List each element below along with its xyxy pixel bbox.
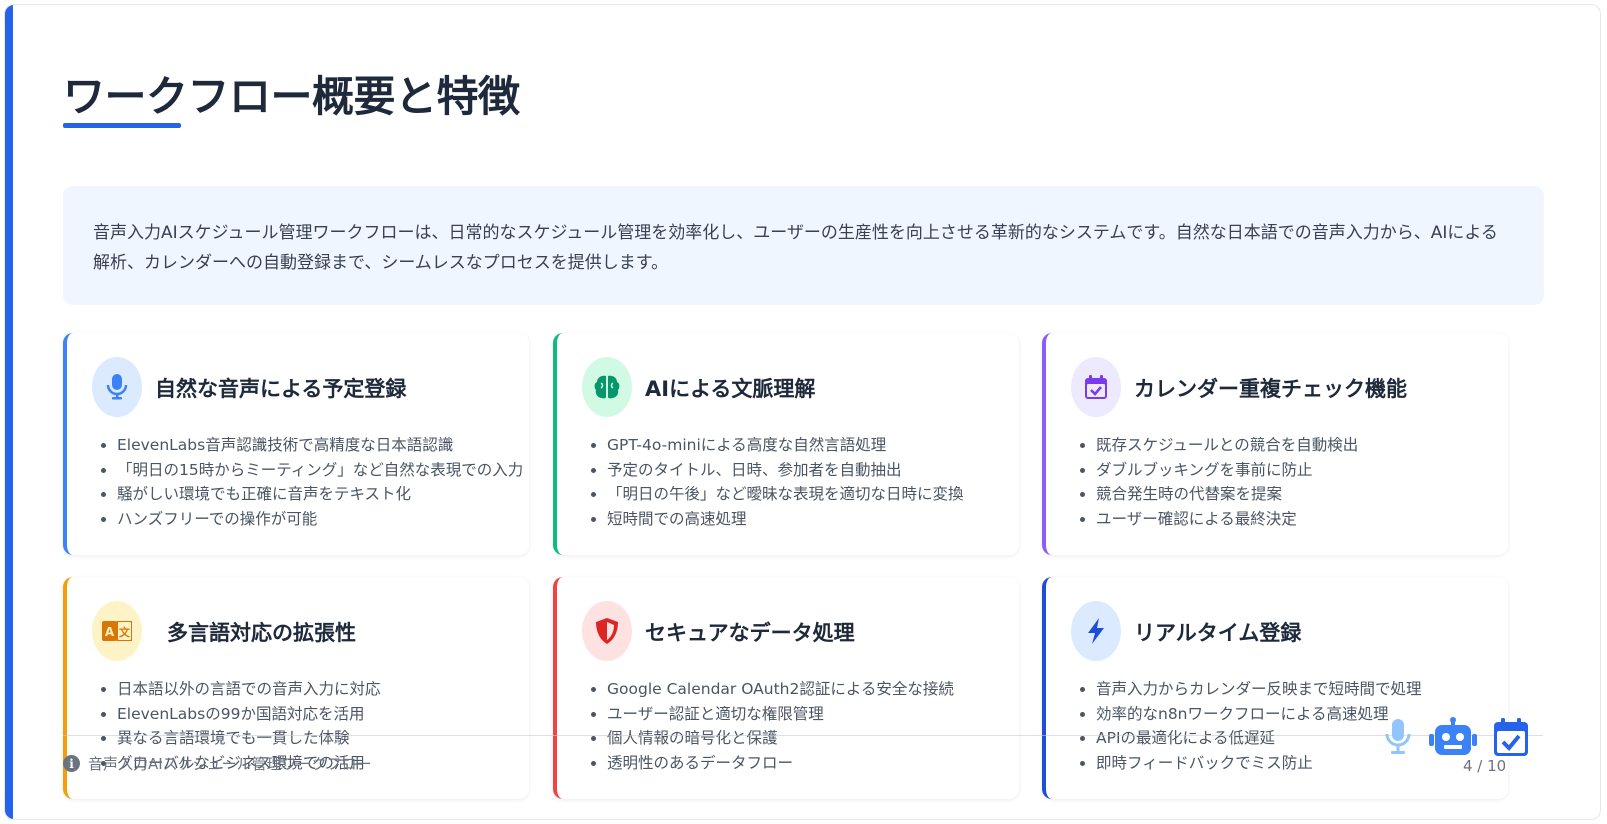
calendar-check-icon [1071, 357, 1121, 417]
card-bullet-list: ElevenLabs音声認識技術で高精度な日本語認識 「明日の15時からミーティ… [117, 433, 527, 531]
page-title: ワークフロー概要と特徴 [63, 72, 520, 121]
svg-text:文: 文 [119, 625, 131, 639]
card-title: 多言語対応の拡張性 [167, 621, 356, 645]
footer-icon-group [1383, 717, 1529, 761]
list-item: 異なる言語環境でも一貫した体験 [117, 726, 527, 751]
card-title: 自然な音声による予定登録 [155, 377, 407, 401]
list-item: ElevenLabsの99か国語対応を活用 [117, 702, 527, 727]
slide: ワークフロー概要と特徴 音声入力AIスケジュール管理ワークフローは、日常的なスケ… [4, 4, 1601, 820]
list-item: 競合発生時の代替案を提案 [1096, 482, 1506, 507]
language-icon: A文 [92, 601, 142, 661]
card-bullet-list: Google Calendar OAuth2認証による安全な接続 ユーザー認証と… [607, 677, 1017, 775]
robot-icon [1429, 717, 1477, 761]
list-item: 個人情報の暗号化と保護 [607, 726, 1017, 751]
list-item: 日本語以外の言語での音声入力に対応 [117, 677, 527, 702]
info-icon: i [63, 755, 80, 772]
list-item: 「明日の15時からミーティング」など自然な表現での入力 [117, 458, 527, 483]
card-title: AIによる文脈理解 [645, 377, 816, 401]
feature-card-realtime: リアルタイム登録 音声入力からカレンダー反映まで短時間で処理 効率的なn8nワー… [1042, 577, 1508, 799]
footer-label: 音声入力AIスケジュール管理ワークフロー [88, 755, 372, 773]
feature-card-ai: AIによる文脈理解 GPT-4o-miniによる高度な自然言語処理 予定のタイト… [553, 333, 1019, 555]
title-underline [63, 123, 181, 128]
card-bullet-list: 既存スケジュールとの競合を自動検出 ダブルブッキングを事前に防止 競合発生時の代… [1096, 433, 1506, 531]
list-item: 既存スケジュールとの競合を自動検出 [1096, 433, 1506, 458]
card-title: カレンダー重複チェック機能 [1134, 377, 1407, 401]
list-item: ElevenLabs音声認識技術で高精度な日本語認識 [117, 433, 527, 458]
brain-icon [582, 357, 632, 417]
list-item: ユーザー認証と適切な権限管理 [607, 702, 1017, 727]
intro-text: 音声入力AIスケジュール管理ワークフローは、日常的なスケジュール管理を効率化し、… [93, 223, 1498, 273]
feature-card-security: セキュアなデータ処理 Google Calendar OAuth2認証による安全… [553, 577, 1019, 799]
microphone-icon [92, 357, 142, 417]
intro-box: 音声入力AIスケジュール管理ワークフローは、日常的なスケジュール管理を効率化し、… [63, 186, 1544, 305]
list-item: ハンズフリーでの操作が可能 [117, 507, 527, 532]
list-item: Google Calendar OAuth2認証による安全な接続 [607, 677, 1017, 702]
feature-card-calendar: カレンダー重複チェック機能 既存スケジュールとの競合を自動検出 ダブルブッキング… [1042, 333, 1508, 555]
list-item: 予定のタイトル、日時、参加者を自動抽出 [607, 458, 1017, 483]
list-item: GPT-4o-miniによる高度な自然言語処理 [607, 433, 1017, 458]
calendar-check-icon [1493, 717, 1529, 761]
card-title: リアルタイム登録 [1134, 621, 1302, 645]
page-number: 4 / 10 [1463, 757, 1507, 775]
slide-accent-bar [5, 5, 13, 819]
bolt-icon [1071, 601, 1121, 661]
footer-divider [63, 735, 1543, 736]
footer-label-group: i 音声入力AIスケジュール管理ワークフロー [63, 753, 372, 774]
card-bullet-list: GPT-4o-miniによる高度な自然言語処理 予定のタイトル、日時、参加者を自… [607, 433, 1017, 531]
list-item: 短時間での高速処理 [607, 507, 1017, 532]
microphone-icon [1383, 717, 1413, 761]
svg-text:A: A [105, 625, 115, 639]
list-item: 騒がしい環境でも正確に音声をテキスト化 [117, 482, 527, 507]
shield-icon [582, 601, 632, 661]
card-title: セキュアなデータ処理 [645, 621, 855, 645]
list-item: ダブルブッキングを事前に防止 [1096, 458, 1506, 483]
feature-card-voice: 自然な音声による予定登録 ElevenLabs音声認識技術で高精度な日本語認識 … [63, 333, 529, 555]
list-item: 「明日の午後」など曖昧な表現を適切な日時に変換 [607, 482, 1017, 507]
list-item: 透明性のあるデータフロー [607, 751, 1017, 776]
list-item: ユーザー確認による最終決定 [1096, 507, 1506, 532]
list-item: 音声入力からカレンダー反映まで短時間で処理 [1096, 677, 1506, 702]
